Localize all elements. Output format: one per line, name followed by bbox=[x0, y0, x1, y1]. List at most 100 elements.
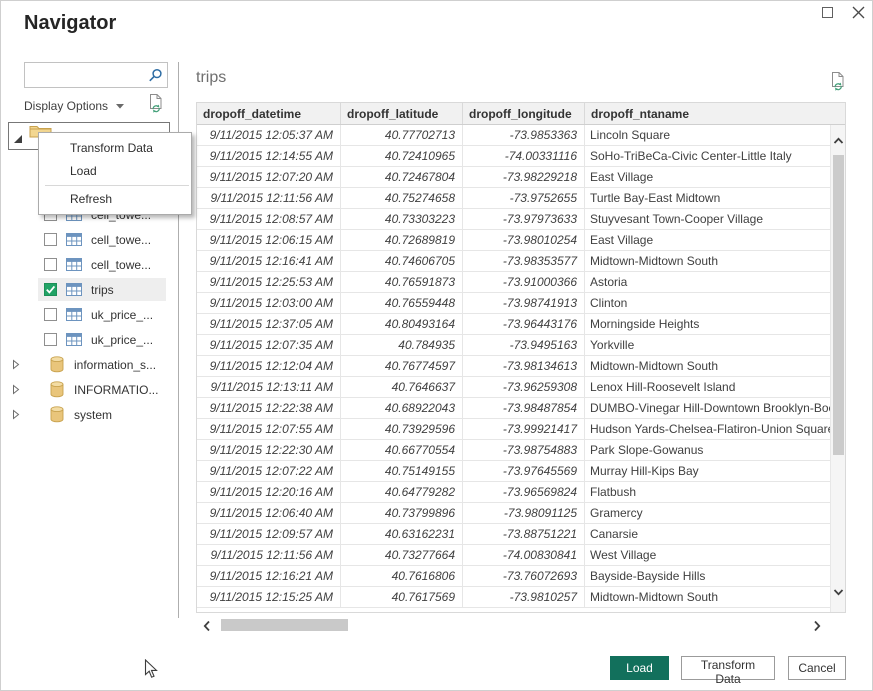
table-cell: 40.63162231 bbox=[341, 524, 463, 544]
table-cell: -73.98091125 bbox=[463, 503, 585, 523]
table-cell: 9/11/2015 12:13:11 AM bbox=[197, 377, 341, 397]
checkbox[interactable] bbox=[44, 308, 57, 321]
partial-row bbox=[197, 608, 845, 612]
table-cell: 9/11/2015 12:16:41 AM bbox=[197, 251, 341, 271]
table-cell: 40.73303223 bbox=[341, 209, 463, 229]
tree-item-system[interactable]: system bbox=[0, 402, 178, 427]
table-cell: East Village bbox=[585, 230, 845, 250]
expand-arrow-icon[interactable] bbox=[12, 409, 20, 420]
tree-item-uk-price[interactable]: uk_price_... bbox=[0, 327, 178, 352]
table-cell: -73.98741913 bbox=[463, 293, 585, 313]
search-icon[interactable] bbox=[148, 68, 163, 83]
column-header[interactable]: dropoff_datetime bbox=[197, 103, 341, 124]
expand-arrow-icon[interactable] bbox=[12, 359, 20, 370]
close-button[interactable] bbox=[851, 5, 866, 20]
tree-item-trips[interactable]: trips bbox=[0, 277, 178, 302]
navigation-tree: cell_towe...cell_towe...cell_towe...trip… bbox=[0, 202, 178, 427]
navigator-dialog: { "window": { "title": "Navigator" }, "s… bbox=[0, 0, 873, 691]
column-header[interactable]: dropoff_latitude bbox=[341, 103, 463, 124]
table-icon bbox=[66, 283, 82, 296]
table-row: 9/11/2015 12:05:37 AM40.77702713-73.9853… bbox=[197, 125, 845, 146]
table-cell: -74.00331116 bbox=[463, 146, 585, 166]
table-cell: 9/11/2015 12:25:53 AM bbox=[197, 272, 341, 292]
search-input[interactable] bbox=[25, 63, 149, 85]
menu-item-load[interactable]: Load bbox=[39, 160, 191, 183]
vertical-scrollbar[interactable] bbox=[830, 125, 845, 612]
table-row: 9/11/2015 12:25:53 AM40.76591873-73.9100… bbox=[197, 272, 845, 293]
table-row: 9/11/2015 12:22:38 AM40.68922043-73.9848… bbox=[197, 398, 845, 419]
tree-item-uk-price[interactable]: uk_price_... bbox=[0, 302, 178, 327]
load-button[interactable]: Load bbox=[610, 656, 669, 680]
table-cell: 40.80493164 bbox=[341, 314, 463, 334]
table-cell: 40.74606705 bbox=[341, 251, 463, 271]
table-cell: -73.96259308 bbox=[463, 377, 585, 397]
tree-item-label: system bbox=[74, 408, 112, 422]
table-cell: -73.98010254 bbox=[463, 230, 585, 250]
table-cell: 9/11/2015 12:22:30 AM bbox=[197, 440, 341, 460]
display-options-dropdown[interactable]: Display Options bbox=[24, 97, 124, 115]
table-cell: 40.64779282 bbox=[341, 482, 463, 502]
table-cell: 40.76591873 bbox=[341, 272, 463, 292]
refresh-preview-icon[interactable] bbox=[147, 93, 165, 114]
table-cell: Flatbush bbox=[585, 482, 845, 502]
horizontal-scrollbar-thumb[interactable] bbox=[221, 619, 348, 631]
transform-data-button[interactable]: Transform Data bbox=[681, 656, 775, 680]
table-row: 9/11/2015 12:03:00 AM40.76559448-73.9874… bbox=[197, 293, 845, 314]
table-cell: -73.98487854 bbox=[463, 398, 585, 418]
horizontal-scrollbar[interactable] bbox=[196, 617, 828, 633]
context-menu: Transform Data Load Refresh bbox=[38, 132, 192, 215]
menu-item-refresh[interactable]: Refresh bbox=[39, 188, 191, 211]
database-icon bbox=[50, 381, 64, 398]
checkbox[interactable] bbox=[44, 233, 57, 246]
database-icon bbox=[50, 406, 64, 423]
vertical-scrollbar-thumb[interactable] bbox=[833, 155, 844, 455]
table-row: 9/11/2015 12:11:56 AM40.73277664-74.0083… bbox=[197, 545, 845, 566]
table-cell: 40.784935 bbox=[341, 335, 463, 355]
table-cell: Lenox Hill-Roosevelt Island bbox=[585, 377, 845, 397]
tree-item-informatio[interactable]: INFORMATIO... bbox=[0, 377, 178, 402]
tree-item-cell-towe[interactable]: cell_towe... bbox=[0, 227, 178, 252]
column-header[interactable]: dropoff_ntaname bbox=[585, 103, 845, 124]
refresh-preview-icon[interactable] bbox=[829, 71, 847, 92]
tree-item-information-s[interactable]: information_s... bbox=[0, 352, 178, 377]
tree-item-label: uk_price_... bbox=[91, 333, 153, 347]
table-cell: 40.72467804 bbox=[341, 167, 463, 187]
search-box bbox=[24, 62, 168, 88]
table-cell: -73.96569824 bbox=[463, 482, 585, 502]
scroll-down-icon[interactable] bbox=[832, 587, 845, 597]
scroll-up-icon[interactable] bbox=[832, 136, 845, 146]
table-cell: Park Slope-Gowanus bbox=[585, 440, 845, 460]
checkbox[interactable] bbox=[44, 283, 57, 296]
table-cell: 9/11/2015 12:20:16 AM bbox=[197, 482, 341, 502]
scroll-right-icon[interactable] bbox=[812, 620, 822, 632]
table-cell: -73.97973633 bbox=[463, 209, 585, 229]
column-header[interactable]: dropoff_longitude bbox=[463, 103, 585, 124]
table-cell: Bayside-Bayside Hills bbox=[585, 566, 845, 586]
table-cell: -73.76072693 bbox=[463, 566, 585, 586]
tree-tables: cell_towe...cell_towe...cell_towe...trip… bbox=[0, 202, 178, 352]
cancel-button[interactable]: Cancel bbox=[788, 656, 846, 680]
database-icon bbox=[50, 356, 64, 373]
table-icon bbox=[66, 258, 82, 271]
table-row: 9/11/2015 12:06:15 AM40.72689819-73.9801… bbox=[197, 230, 845, 251]
tree-item-label: uk_price_... bbox=[91, 308, 153, 322]
checkbox[interactable] bbox=[44, 333, 57, 346]
maximize-button[interactable] bbox=[822, 7, 833, 18]
expand-collapse-icon[interactable] bbox=[14, 135, 22, 143]
tree-item-cell-towe[interactable]: cell_towe... bbox=[0, 252, 178, 277]
preview-title: trips bbox=[196, 69, 226, 87]
table-icon bbox=[66, 308, 82, 321]
table-row: 9/11/2015 12:07:22 AM40.75149155-73.9764… bbox=[197, 461, 845, 482]
menu-item-transform-data[interactable]: Transform Data bbox=[39, 137, 191, 160]
expand-arrow-icon[interactable] bbox=[12, 384, 20, 395]
table-cell: Hudson Yards-Chelsea-Flatiron-Union Squa… bbox=[585, 419, 845, 439]
tree-item-label: trips bbox=[91, 283, 114, 297]
table-cell: 40.72410965 bbox=[341, 146, 463, 166]
table-cell: 9/11/2015 12:14:55 AM bbox=[197, 146, 341, 166]
table-cell: 40.73929596 bbox=[341, 419, 463, 439]
tree-item-label: INFORMATIO... bbox=[74, 383, 158, 397]
table-cell: 9/11/2015 12:16:21 AM bbox=[197, 566, 341, 586]
checkbox[interactable] bbox=[44, 258, 57, 271]
scroll-left-icon[interactable] bbox=[202, 620, 212, 632]
preview-table-header: dropoff_datetime dropoff_latitude dropof… bbox=[197, 103, 845, 125]
